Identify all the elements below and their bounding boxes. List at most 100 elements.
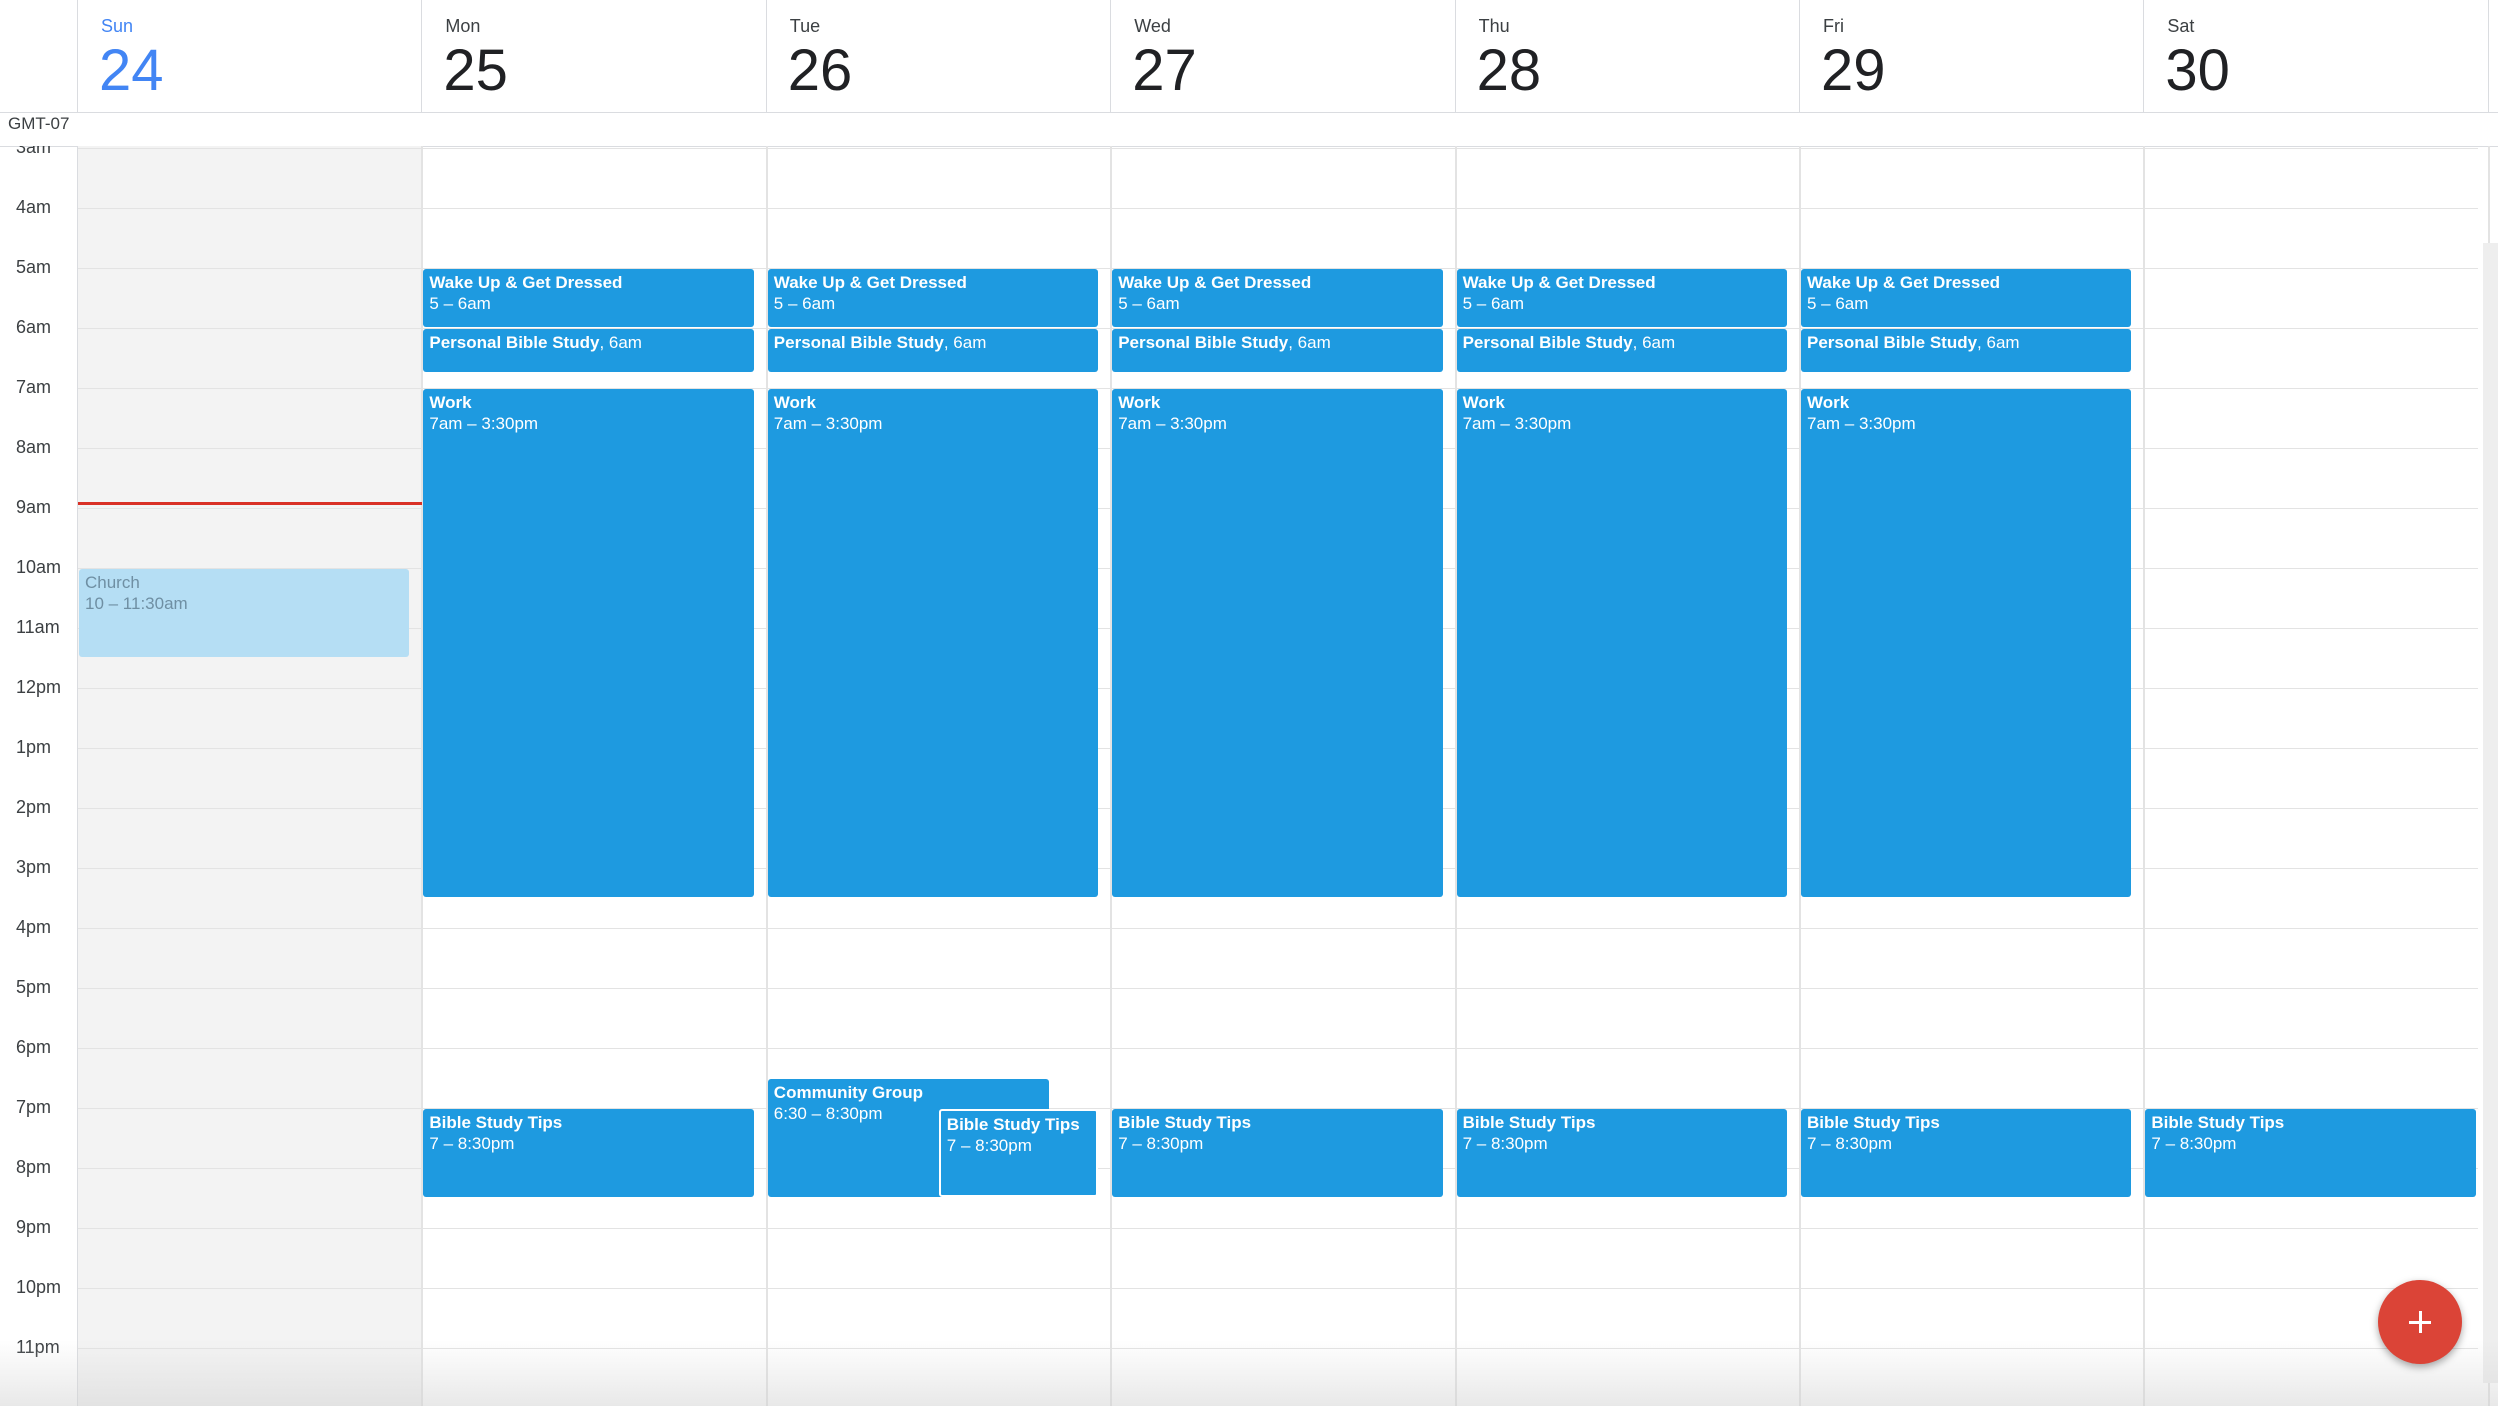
event-wake-up-get-dressed[interactable]: Wake Up & Get Dressed 5 – 6am: [1112, 269, 1443, 327]
day-header-fri[interactable]: Fri 29: [1799, 0, 2145, 112]
day-header-row: Sun 24 Mon 25 Tue 26 Wed 27 Thu 28 Fri 29 Sat 30: [0, 0, 2498, 113]
day-number[interactable]: 28: [1477, 36, 1542, 106]
hour-label: 11am: [16, 617, 60, 637]
event-title: Wake Up & Get Dressed: [1118, 273, 1312, 292]
event-title: Bible Study Tips: [1807, 1113, 1940, 1132]
hour-label: 3am: [16, 146, 52, 157]
event-title: Personal Bible Study, 6am: [1118, 332, 1436, 353]
event-personal-bible-study[interactable]: Personal Bible Study, 6am: [423, 329, 754, 372]
past-day-shade: [78, 146, 421, 1406]
event-time: 7 – 8:30pm: [1118, 1134, 1204, 1153]
hour-label: 4am: [16, 197, 52, 217]
event-title-text: Personal Bible Study: [429, 333, 600, 352]
event-title: Bible Study Tips: [429, 1113, 563, 1132]
event-bible-study-tips[interactable]: Bible Study Tips 7 – 8:30pm: [938, 1109, 1099, 1197]
event-title: Bible Study Tips: [2151, 1113, 2285, 1132]
time-gutter-divider: [77, 146, 78, 1406]
event-title: Work: [773, 393, 816, 412]
event-personal-bible-study[interactable]: Personal Bible Study, 6am: [1112, 329, 1443, 372]
event-bible-study-tips[interactable]: Bible Study Tips 7 – 8:30pm: [1456, 1109, 1787, 1197]
event-time: 5 – 6am: [773, 294, 836, 313]
hour-label: 11pm: [16, 1337, 60, 1357]
column-divider: [2143, 146, 2146, 1406]
event-bible-study-tips[interactable]: Bible Study Tips 7 – 8:30pm: [1112, 1109, 1443, 1197]
hour-label: 8am: [16, 437, 52, 457]
day-number[interactable]: 25: [443, 36, 508, 106]
event-church[interactable]: Church 10 – 11:30am: [79, 569, 410, 657]
hour-label: 8pm: [16, 1157, 52, 1177]
hour-label: 6pm: [16, 1037, 52, 1057]
day-number[interactable]: 26: [788, 36, 853, 106]
event-title: Personal Bible Study, 6am: [429, 332, 747, 353]
hour-label: 9am: [16, 497, 52, 517]
event-title: Work: [1118, 393, 1161, 412]
event-title: Wake Up & Get Dressed: [429, 273, 623, 292]
event-time: 10 – 11:30am: [85, 594, 188, 613]
create-event-button[interactable]: [2378, 1280, 2462, 1364]
day-number[interactable]: 24: [99, 36, 164, 106]
event-bible-study-tips[interactable]: Bible Study Tips 7 – 8:30pm: [423, 1109, 754, 1197]
event-wake-up-get-dressed[interactable]: Wake Up & Get Dressed 5 – 6am: [1801, 269, 2132, 327]
hour-line: [78, 1048, 2478, 1049]
event-wake-up-get-dressed[interactable]: Wake Up & Get Dressed 5 – 6am: [767, 269, 1099, 327]
event-time: 7am – 3:30pm: [1118, 414, 1227, 433]
event-title: Bible Study Tips: [1118, 1113, 1252, 1132]
hour-label: 12pm: [16, 677, 62, 697]
event-title: Bible Study Tips: [1462, 1113, 1596, 1132]
event-personal-bible-study[interactable]: Personal Bible Study, 6am: [1801, 329, 2132, 372]
grid-scrollbar[interactable]: [2483, 243, 2498, 1383]
event-time: , 6am: [1977, 333, 2020, 352]
event-time: 5 – 6am: [429, 294, 491, 313]
day-header-wed[interactable]: Wed 27: [1110, 0, 1456, 112]
event-wake-up-get-dressed[interactable]: Wake Up & Get Dressed 5 – 6am: [1456, 269, 1787, 327]
event-personal-bible-study[interactable]: Personal Bible Study, 6am: [1456, 329, 1787, 372]
hour-label: 7am: [16, 377, 52, 397]
event-title: Personal Bible Study, 6am: [1807, 332, 2125, 353]
day-name: Mon: [445, 16, 481, 36]
event-bible-study-tips[interactable]: Bible Study Tips 7 – 8:30pm: [1801, 1109, 2132, 1197]
event-time: , 6am: [943, 333, 987, 352]
day-header-sat[interactable]: Sat 30: [2143, 0, 2489, 112]
event-time: 5 – 6am: [1462, 294, 1525, 313]
day-number[interactable]: 30: [2165, 36, 2230, 106]
event-personal-bible-study[interactable]: Personal Bible Study, 6am: [767, 329, 1099, 372]
hour-label: 7pm: [16, 1097, 52, 1117]
day-number[interactable]: 29: [1821, 36, 1886, 106]
event-work[interactable]: Work 7am – 3:30pm: [1112, 389, 1443, 897]
event-title: Bible Study Tips: [946, 1115, 1080, 1134]
hour-line: [78, 1228, 2478, 1229]
hour-line: [78, 1288, 2478, 1289]
hour-label: 3pm: [16, 857, 52, 877]
day-name: Tue: [789, 16, 821, 36]
event-work[interactable]: Work 7am – 3:30pm: [767, 389, 1099, 897]
day-header-sun[interactable]: Sun 24: [77, 0, 423, 112]
event-time: , 6am: [599, 333, 642, 352]
hour-label: 6am: [16, 317, 52, 337]
day-number[interactable]: 27: [1132, 36, 1197, 106]
event-title-text: Personal Bible Study: [1118, 333, 1289, 352]
hour-label: 2pm: [16, 797, 52, 817]
hour-label: 10am: [16, 557, 62, 577]
event-time: 7 – 8:30pm: [946, 1136, 1032, 1155]
event-title: Work: [1462, 393, 1505, 412]
event-title: Wake Up & Get Dressed: [773, 273, 967, 292]
event-wake-up-get-dressed[interactable]: Wake Up & Get Dressed 5 – 6am: [423, 269, 754, 327]
hour-line: [78, 928, 2478, 929]
day-header-thu[interactable]: Thu 28: [1455, 0, 1800, 112]
event-work[interactable]: Work 7am – 3:30pm: [1801, 389, 2132, 897]
calendar-week-view: Sun 24 Mon 25 Tue 26 Wed 27 Thu 28 Fri 29 Sat 30 GMT-…: [0, 0, 2498, 1406]
day-name: Fri: [1823, 16, 1844, 36]
all-day-row: GMT-07: [0, 112, 2498, 147]
event-work[interactable]: Work 7am – 3:30pm: [1456, 389, 1787, 897]
day-name: Wed: [1134, 16, 1171, 36]
event-work[interactable]: Work 7am – 3:30pm: [423, 389, 754, 897]
event-time: 7 – 8:30pm: [2151, 1134, 2237, 1153]
day-name: Sat: [2167, 16, 2195, 36]
header-corner: [0, 0, 78, 112]
day-header-tue[interactable]: Tue 26: [766, 0, 1112, 112]
event-bible-study-tips[interactable]: Bible Study Tips 7 – 8:30pm: [2145, 1109, 2476, 1197]
hour-label: 9pm: [16, 1217, 52, 1237]
time-grid[interactable]: 3am 4am 5am 6am 7am 8am 9am 10am 11am 12pm 1pm 2pm 3…: [0, 146, 2498, 1406]
day-header-mon[interactable]: Mon 25: [421, 0, 767, 112]
event-time: 7am – 3:30pm: [429, 414, 539, 433]
